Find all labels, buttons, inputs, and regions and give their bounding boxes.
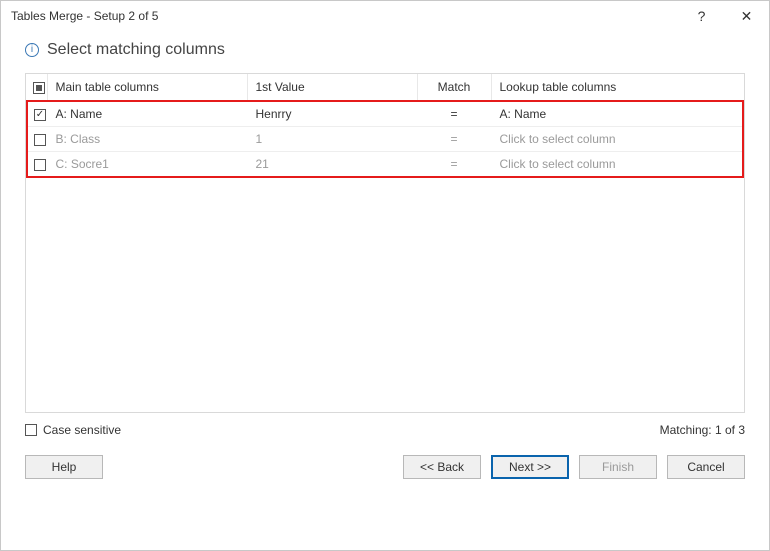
back-button[interactable]: << Back bbox=[403, 455, 481, 479]
case-sensitive-option[interactable]: Case sensitive bbox=[25, 423, 121, 437]
dialog-content: i Select matching columns Main table col… bbox=[1, 31, 769, 550]
finish-button: Finish bbox=[579, 455, 657, 479]
below-table-row: Case sensitive Matching: 1 of 3 bbox=[25, 423, 745, 437]
close-icon: ✕ bbox=[741, 8, 753, 25]
close-button[interactable]: ✕ bbox=[724, 1, 769, 31]
lookup-cell[interactable]: Click to select column bbox=[491, 127, 743, 152]
table-header-row: Main table columns 1st Value Match Looku… bbox=[27, 74, 743, 101]
header-lookup[interactable]: Lookup table columns bbox=[491, 74, 743, 101]
header-checkbox-cell[interactable] bbox=[27, 74, 47, 101]
help-button-footer[interactable]: Help bbox=[25, 455, 103, 479]
match-cell: = bbox=[417, 152, 491, 178]
match-cell: = bbox=[417, 127, 491, 152]
first-value-cell: 1 bbox=[247, 127, 417, 152]
main-col-cell: A: Name bbox=[47, 101, 247, 127]
window-title: Tables Merge - Setup 2 of 5 bbox=[11, 9, 679, 23]
info-icon: i bbox=[25, 43, 39, 57]
main-col-cell: B: Class bbox=[47, 127, 247, 152]
table-row[interactable]: ✓ A: Name Henrry = A: Name bbox=[27, 101, 743, 127]
columns-table: Main table columns 1st Value Match Looku… bbox=[26, 74, 744, 178]
matching-count-label: Matching: 1 of 3 bbox=[660, 423, 745, 437]
header-first-value[interactable]: 1st Value bbox=[247, 74, 417, 101]
select-all-checkbox[interactable] bbox=[33, 82, 45, 94]
row-checkbox[interactable] bbox=[34, 159, 46, 171]
dialog-window: Tables Merge - Setup 2 of 5 ? ✕ i Select… bbox=[0, 0, 770, 551]
header-main[interactable]: Main table columns bbox=[47, 74, 247, 101]
first-value-cell: 21 bbox=[247, 152, 417, 178]
first-value-cell: Henrry bbox=[247, 101, 417, 127]
lookup-cell[interactable]: A: Name bbox=[491, 101, 743, 127]
next-button[interactable]: Next >> bbox=[491, 455, 569, 479]
page-title: Select matching columns bbox=[47, 41, 225, 59]
table-row[interactable]: B: Class 1 = Click to select column bbox=[27, 127, 743, 152]
rows-highlight-box: ✓ A: Name Henrry = A: Name B: Class 1 = … bbox=[27, 101, 743, 177]
case-sensitive-checkbox[interactable] bbox=[25, 424, 37, 436]
help-button[interactable]: ? bbox=[679, 1, 724, 31]
header-match[interactable]: Match bbox=[417, 74, 491, 101]
row-checkbox[interactable] bbox=[34, 134, 46, 146]
footer: Help << Back Next >> Finish Cancel bbox=[25, 455, 745, 479]
case-sensitive-label: Case sensitive bbox=[43, 423, 121, 437]
cancel-button[interactable]: Cancel bbox=[667, 455, 745, 479]
help-icon: ? bbox=[698, 8, 706, 24]
table-row[interactable]: C: Socre1 21 = Click to select column bbox=[27, 152, 743, 178]
titlebar: Tables Merge - Setup 2 of 5 ? ✕ bbox=[1, 1, 769, 31]
lookup-cell[interactable]: Click to select column bbox=[491, 152, 743, 178]
footer-buttons: << Back Next >> Finish Cancel bbox=[403, 455, 745, 479]
columns-table-wrap: Main table columns 1st Value Match Looku… bbox=[25, 73, 745, 413]
main-col-cell: C: Socre1 bbox=[47, 152, 247, 178]
row-checkbox[interactable]: ✓ bbox=[34, 109, 46, 121]
heading-row: i Select matching columns bbox=[25, 41, 745, 59]
match-cell: = bbox=[417, 101, 491, 127]
